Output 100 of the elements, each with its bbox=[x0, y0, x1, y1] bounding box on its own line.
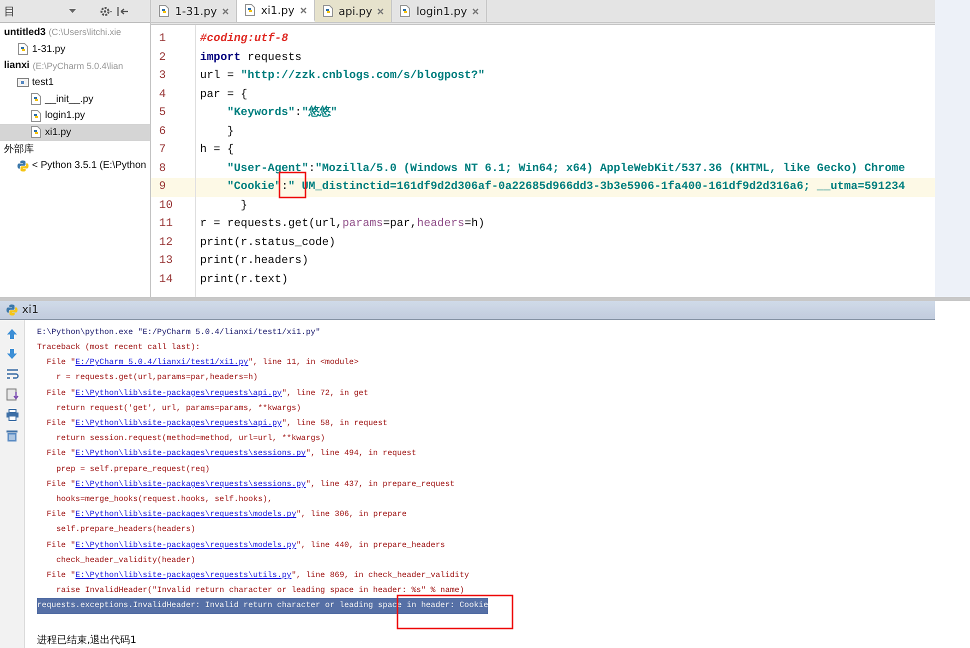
line-number: 6 bbox=[158, 124, 167, 140]
tree-item-label: 1-31.py bbox=[32, 44, 66, 55]
run-tab-title[interactable]: xi1 bbox=[22, 303, 39, 316]
line-number: 1 bbox=[158, 31, 167, 47]
tab-label: xi1.py bbox=[260, 4, 295, 16]
python-file-icon bbox=[158, 5, 170, 17]
tree-item[interactable]: xi1.py bbox=[0, 124, 150, 141]
panel-title: 目 bbox=[4, 4, 15, 18]
code-line: print(r.status_code) bbox=[199, 236, 337, 250]
output-line: return session.request(method=method, url=url, **kwargs) bbox=[55, 433, 326, 446]
output-text: File " bbox=[46, 510, 76, 520]
tab-label: 1-31.py bbox=[175, 4, 217, 18]
python-file-icon bbox=[17, 43, 29, 56]
tree-item[interactable]: test1 bbox=[0, 74, 150, 91]
python-icon bbox=[6, 304, 18, 316]
output-text: ", line 494, in request bbox=[306, 449, 416, 458]
output-line: prep = self.prepare_request(req) bbox=[55, 464, 210, 476]
file-tab[interactable]: xi1.py bbox=[236, 0, 315, 22]
output-text: ", line 440, in prepare_headers bbox=[296, 540, 446, 550]
close-icon[interactable] bbox=[300, 6, 307, 14]
python-file-icon bbox=[30, 126, 42, 138]
tree-item-label: login1.py bbox=[45, 110, 86, 122]
output-text: ", line 11, in <module> bbox=[248, 358, 359, 368]
output-text: ", line 869, in check_header_validity bbox=[291, 571, 470, 580]
collapse-icon[interactable] bbox=[117, 6, 128, 16]
tree-item-path: (E:\PyCharm 5.0.4\lian bbox=[32, 60, 124, 71]
line-number: 11 bbox=[158, 216, 174, 232]
code-line: print(r.headers) bbox=[199, 254, 310, 269]
file-link[interactable]: E:\Python\lib\site-packages\requests\models.py bbox=[75, 510, 296, 520]
code-line: "Keywords":"悠悠" bbox=[226, 104, 338, 121]
code-line: } bbox=[240, 198, 248, 214]
tree-item[interactable]: lianxi (E:\PyCharm 5.0.4\lian bbox=[0, 57, 150, 74]
tree-item-path: (C:\Users\litchi.xie bbox=[48, 27, 122, 38]
output-text: File " bbox=[46, 449, 76, 458]
output-text: File " bbox=[46, 418, 76, 428]
tree-item-label: 外部库 bbox=[4, 142, 34, 156]
line-number: 5 bbox=[158, 105, 167, 121]
tree-item[interactable]: __init__.py bbox=[0, 90, 150, 108]
file-link[interactable]: E:\Python\lib\site-packages\requests\sessions.py bbox=[75, 449, 306, 458]
code-line: r = requests.get(url,params=par,headers=h) bbox=[199, 216, 486, 232]
settings-icon[interactable] bbox=[100, 6, 113, 16]
file-link[interactable]: E:/PyCharm 5.0.4/lianxi/test1/xi1.py bbox=[75, 358, 248, 368]
python-file-icon bbox=[322, 5, 334, 17]
output-text: File " bbox=[46, 480, 76, 489]
soft-wrap-icon[interactable] bbox=[6, 368, 18, 380]
output-line: r = requests.get(url,params=par,headers=h) bbox=[55, 372, 258, 384]
file-link[interactable]: E:\Python\lib\site-packages\requests\sessions.py bbox=[75, 480, 306, 489]
tree-item[interactable]: < Python 3.5.1 (E:\Python bbox=[0, 158, 150, 174]
output-text: File " bbox=[46, 540, 76, 550]
file-link[interactable]: E:\Python\lib\site-packages\requests\api.py bbox=[75, 388, 282, 398]
up-arrow-icon[interactable] bbox=[6, 328, 18, 340]
close-icon[interactable] bbox=[472, 8, 480, 14]
tree-item[interactable]: login1.py bbox=[0, 107, 150, 124]
python-file-icon bbox=[244, 4, 256, 16]
output-text: ", line 437, in prepare_request bbox=[306, 480, 455, 489]
tab-label: api.py bbox=[338, 4, 372, 18]
line-number: 3 bbox=[158, 68, 167, 84]
output-line: hooks=merge_hooks(request.hooks, self.hooks), bbox=[55, 494, 272, 506]
trash-icon[interactable] bbox=[6, 428, 18, 442]
print-icon[interactable] bbox=[6, 408, 18, 421]
scroll-to-end-icon[interactable] bbox=[6, 388, 18, 401]
tree-item-label: __init__.py bbox=[45, 94, 94, 105]
file-tab[interactable]: api.py bbox=[314, 0, 392, 22]
code-line: par = { bbox=[199, 88, 248, 102]
code-line: import requests bbox=[199, 50, 303, 66]
tree-item-label: lianxi bbox=[4, 60, 30, 72]
code-line: h = { bbox=[199, 142, 235, 158]
line-number: 13 bbox=[158, 253, 174, 269]
down-arrow-icon[interactable] bbox=[6, 348, 18, 360]
output-line: self.prepare_headers(headers) bbox=[55, 524, 196, 536]
output-text: File " bbox=[46, 388, 76, 398]
line-number: 12 bbox=[158, 234, 174, 250]
python-icon bbox=[17, 160, 29, 172]
output-text: ", line 306, in prepare bbox=[296, 510, 407, 520]
python-file-icon bbox=[30, 110, 42, 122]
tree-item-label: untitled3 bbox=[4, 26, 46, 38]
line-number: 7 bbox=[158, 142, 167, 158]
file-link[interactable]: E:\Python\lib\site-packages\requests\models.py bbox=[75, 540, 296, 550]
output-text: File " bbox=[46, 358, 76, 368]
close-icon[interactable] bbox=[377, 8, 384, 14]
code-editor[interactable] bbox=[151, 25, 935, 297]
output-text: File " bbox=[46, 571, 76, 580]
code-line: "User-Agent":"Mozilla/5.0 (Windows NT 6.1; Win64; x64) AppleWebKit/537.36 (KHTML, like Gecko) Chrome bbox=[226, 162, 906, 176]
dropdown-caret-icon[interactable] bbox=[69, 9, 76, 13]
output-line: check_header_validity(header) bbox=[55, 554, 196, 567]
code-line: print(r.text) bbox=[199, 272, 290, 288]
code-line: #coding:utf-8 bbox=[199, 32, 290, 47]
file-link[interactable]: E:\Python\lib\site-packages\requests\utils.py bbox=[75, 571, 292, 580]
code-line: url = "http://zzk.cnblogs.com/s/blogpost?" bbox=[199, 68, 486, 84]
tree-item[interactable]: 1-31.py bbox=[0, 40, 150, 58]
output-text: ", line 58, in request bbox=[282, 418, 388, 428]
file-link[interactable]: E:\Python\lib\site-packages\requests\api.py bbox=[75, 418, 282, 428]
output-line: raise InvalidHeader("Invalid return character or leading space in header: %s" % name) bbox=[55, 585, 464, 598]
tree-item[interactable]: untitled3 (C:\Users\litchi.xie bbox=[0, 24, 150, 41]
line-number: 10 bbox=[158, 198, 174, 214]
tree-item[interactable]: 外部库 bbox=[0, 140, 150, 158]
close-icon[interactable] bbox=[222, 8, 229, 14]
folder-icon bbox=[17, 76, 29, 88]
line-number: 14 bbox=[158, 272, 174, 288]
line-number: 9 bbox=[151, 178, 195, 196]
